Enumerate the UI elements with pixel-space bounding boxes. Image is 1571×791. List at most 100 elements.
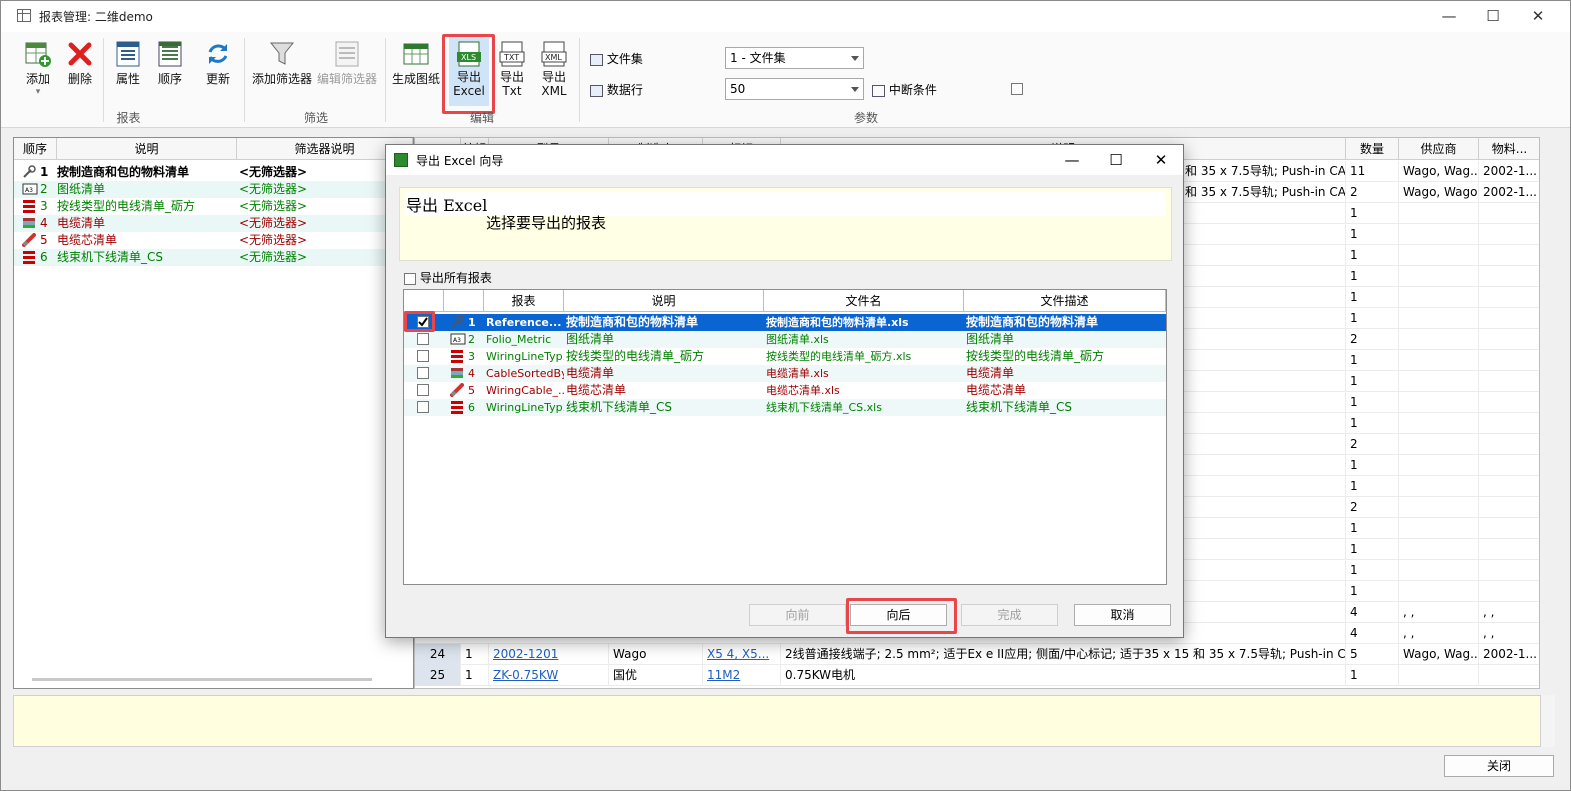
export-report-grid: 报表 说明 文件名 文件描述 1 Reference... 按制造商和包的物料清单按… [403,289,1167,585]
dialog-maximize-button[interactable]: ☐ [1096,148,1136,172]
row-filedesc: 电缆芯清单 [966,383,1027,397]
row-mark[interactable]: 11M2 [703,665,781,686]
row-number: 3 [468,350,475,363]
add-button[interactable]: 添加 ▾ [21,36,55,97]
row-supplier [1399,455,1479,476]
row-report: Folio_Metric [486,333,552,346]
group-report-label: 报表 [116,111,141,125]
row-mark[interactable]: X5 4, X5... [703,644,781,665]
export-txt-button[interactable]: TXT 导出 Txt [495,36,529,98]
row-description [1181,560,1346,581]
xml-file-icon: XML [540,40,568,68]
row-supplier [1399,203,1479,224]
col-material-header[interactable]: 物料... [1479,138,1539,160]
info-scrollbar[interactable] [1541,695,1555,747]
export-row-checkbox[interactable] [417,350,429,362]
vertical-scrollbar[interactable] [1541,137,1555,689]
row-mfr: Wago [609,644,703,665]
row-description [1181,203,1346,224]
maximize-button[interactable]: ☐ [1473,4,1513,28]
order-button[interactable]: 顺序 [153,36,187,87]
row-description [1181,455,1346,476]
export-row-checkbox[interactable] [417,333,429,345]
row-number: 1 [468,316,476,329]
row-filedesc: 线束机下线清单_CS [966,400,1072,414]
close-button[interactable]: 关闭 [1444,755,1554,777]
list-item[interactable]: A3 2 图纸清单 <无筛选器> [14,181,413,198]
row-quantity: 1 [1346,371,1399,392]
wizard-subheading: 选择要导出的报表 [486,214,607,232]
break-condition-row: 中断条件 [872,81,937,98]
row-supplier [1399,518,1479,539]
col-desc-header[interactable]: 说明 [564,290,764,312]
minimize-button[interactable]: — [1429,4,1469,28]
row-mat: 2002-1... [1479,644,1539,665]
properties-button[interactable]: 属性 [111,36,145,87]
export-row-checkbox[interactable] [417,401,429,413]
close-window-button[interactable]: ✕ [1518,4,1558,28]
row-supplier [1399,539,1479,560]
export-row[interactable]: A3 2 Folio_Metric 图纸清单 图纸清单.xls 图纸清单 [404,331,1166,348]
export-row-checkbox[interactable] [417,367,429,379]
dialog-minimize-button[interactable]: — [1052,148,1092,172]
col-order-header[interactable]: 顺序 [14,138,57,160]
row-quantity: 2 [1346,329,1399,350]
break-condition-checkbox[interactable] [1011,83,1023,95]
row-model[interactable]: 2002-1201 [489,644,609,665]
export-row[interactable]: 5 WiringCable_... 电缆芯清单 电缆芯清单.xls 电缆芯清单 [404,382,1166,399]
row-supplier [1399,413,1479,434]
row-filedesc: 图纸清单 [966,332,1015,346]
generate-drawing-button[interactable]: 生成图纸 [390,36,442,87]
row-filter: <无筛选器> [239,182,308,196]
row-quantity: 4 [1346,602,1399,623]
row-desc: 0.75KW电机 [781,665,1346,686]
back-button[interactable]: 向前 [749,604,846,626]
export-excel-wizard-dialog: 导出 Excel 向导 — ☐ ✕ 导出 Excel 选择要导出的报表 导出所有… [385,144,1184,638]
edit-filter-icon [333,40,361,68]
add-filter-button[interactable]: 添加筛选器 [251,36,313,87]
col-qty-header[interactable]: 数量 [1346,138,1399,160]
col-filename-header[interactable]: 文件名 [764,290,964,312]
list-item[interactable]: 3 按线类型的电线清单_砺方 <无筛选器> [14,198,413,215]
fileset-select[interactable]: 1 - 文件集 [725,47,864,69]
export-xml-button[interactable]: XML 导出 XML [537,36,571,98]
table-row[interactable]: 25 1 ZK-0.75KW 国优 11M2 0.75KW电机 1 [415,665,1539,686]
col-desc-header[interactable]: 说明 [57,138,237,160]
dialog-close-button[interactable]: ✕ [1141,148,1181,172]
row-idx: 25 [415,665,461,686]
col-supplier-header[interactable]: 供应商 [1399,138,1479,160]
horizontal-scrollbar[interactable] [32,678,372,681]
update-button[interactable]: 更新 [201,36,235,87]
row-quantity: 1 [1346,245,1399,266]
row-report: WiringLineTyp... [486,350,564,363]
cancel-button[interactable]: 取消 [1074,604,1171,626]
export-all-checkbox[interactable] [404,272,416,285]
edit-filter-button[interactable]: 编辑筛选器 [317,36,377,87]
svg-text:XML: XML [545,53,562,62]
row-model[interactable]: ZK-0.75KW [489,665,609,686]
list-item[interactable]: 1 按制造商和包的物料清单 <无筛选器> [14,164,413,181]
delete-button[interactable]: 删除 [63,36,97,87]
row-number: 4 [468,367,475,380]
finish-button[interactable]: 完成 [961,604,1058,626]
export-row[interactable]: 4CableSortedBy...电缆清单电缆清单.xls电缆清单 [404,365,1166,382]
row-supplier [1399,329,1479,350]
datarows-select[interactable]: 50 [725,78,864,100]
order-button-label: 顺序 [157,72,182,86]
export-row[interactable]: 1 Reference... 按制造商和包的物料清单 按制造商和包的物料清单.xls 按… [404,314,1166,331]
export-row[interactable]: 6WiringLineTyp...线束机下线清单_CS线束机下线清单_CS.xl… [404,399,1166,416]
list-item[interactable]: 6 线束机下线清单_CS <无筛选器> [14,249,413,266]
export-row-checkbox[interactable] [417,384,429,396]
col-report-header[interactable]: 报表 [484,290,564,312]
list-item[interactable]: 4 电缆清单 <无筛选器> [14,215,413,232]
add-dropdown-icon[interactable]: ▾ [21,87,55,97]
row-desc: 2线普通接线端子; 2.5 mm²; 适于Ex e II应用; 侧面/中心标记;… [781,644,1346,665]
col-filedesc-header[interactable]: 文件描述 [964,290,1166,312]
row-supplier [1399,476,1479,497]
list-item[interactable]: 5 电缆芯清单 <无筛选器> [14,232,413,249]
export-row[interactable]: 3WiringLineTyp...按线类型的电线清单_砺方按线类型的电线清单_砺… [404,348,1166,365]
row-quantity: 1 [1346,308,1399,329]
row-description [1181,329,1346,350]
table-row[interactable]: 24 1 2002-1201 Wago X5 4, X5... 2线普通接线端子; 2.5… [415,644,1539,665]
row-supplier: , , [1399,602,1479,623]
